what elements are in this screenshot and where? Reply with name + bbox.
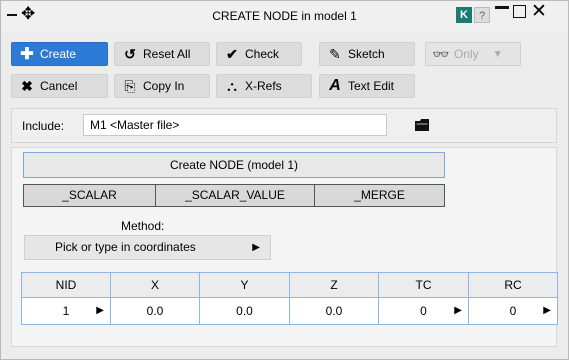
cancel-button[interactable]: ✖ Cancel — [11, 74, 108, 98]
method-label: Method: — [121, 219, 165, 233]
include-panel: Include: M1 <Master file> — [11, 108, 557, 143]
nid-cell[interactable]: 1 ▶ — [21, 297, 111, 325]
play-arrow-icon[interactable]: ▶ — [543, 305, 551, 316]
rc-cell[interactable]: 0 ▶ — [468, 297, 558, 325]
sketch-button[interactable]: ✎ Sketch — [319, 42, 415, 66]
table-row: 1 ▶ 0.0 0.0 0.0 0 ▶ 0 ▶ — [21, 297, 558, 325]
plus-icon: ✚ — [20, 46, 34, 63]
scalar-value-option[interactable]: _SCALAR_VALUE — [155, 184, 315, 207]
include-label: Include: — [22, 119, 65, 133]
copy-icon: ⎘ — [124, 77, 136, 94]
undo-icon: ↺ — [124, 45, 136, 62]
reset-all-button[interactable]: ↺ Reset All — [114, 42, 210, 66]
header-y: Y — [199, 272, 290, 298]
title-bar[interactable]: ✥ CREATE NODE in model 1 K ? ✕ — [1, 1, 568, 31]
keyword-badge[interactable]: K — [456, 7, 472, 23]
scalar-option[interactable]: _SCALAR — [23, 184, 156, 207]
method-select[interactable]: Pick or type in coordinates ▶ — [24, 235, 271, 260]
create-node-window: ✥ CREATE NODE in model 1 K ? ✕ ✚ Create … — [0, 0, 569, 360]
play-arrow-icon[interactable]: ▶ — [96, 305, 104, 316]
text-icon: A — [329, 77, 341, 94]
table-header-row: NID X Y Z TC RC — [21, 272, 558, 298]
folder-icon — [415, 119, 429, 131]
play-arrow-icon: ▶ — [252, 242, 260, 253]
maximize-icon[interactable] — [513, 5, 526, 18]
x-refs-button[interactable]: ⛬ X-Refs — [216, 74, 312, 98]
x-cell[interactable]: 0.0 — [110, 297, 200, 325]
help-button[interactable]: ? — [474, 7, 490, 23]
only-button[interactable]: 👓 Only ▼ — [425, 42, 521, 66]
header-rc: RC — [468, 272, 558, 298]
merge-option[interactable]: _MERGE — [314, 184, 445, 207]
cross-icon: ✖ — [21, 77, 33, 94]
tc-cell[interactable]: 0 ▶ — [378, 297, 469, 325]
header-tc: TC — [378, 272, 469, 298]
header-z: Z — [289, 272, 379, 298]
hierarchy-icon: ⛬ — [227, 77, 237, 94]
play-arrow-icon[interactable]: ▶ — [454, 305, 462, 316]
method-value: Pick or type in coordinates — [55, 240, 196, 254]
folder-button[interactable] — [410, 113, 434, 137]
z-cell[interactable]: 0.0 — [289, 297, 379, 325]
include-field[interactable]: M1 <Master file> — [83, 114, 387, 136]
header-nid: NID — [21, 272, 111, 298]
node-table: NID X Y Z TC RC 1 ▶ 0.0 0.0 0.0 0 ▶ 0 ▶ — [21, 272, 558, 325]
create-button[interactable]: ✚ Create — [11, 42, 108, 66]
minimize-icon[interactable] — [495, 6, 509, 9]
copy-in-button[interactable]: ⎘ Copy In — [114, 74, 210, 98]
check-button[interactable]: ✔ Check — [216, 42, 302, 66]
dropdown-arrow-icon: ▼ — [492, 48, 503, 60]
pencil-icon: ✎ — [329, 45, 341, 62]
y-cell[interactable]: 0.0 — [199, 297, 290, 325]
close-icon[interactable]: ✕ — [531, 2, 547, 22]
check-icon: ✔ — [226, 45, 238, 62]
create-title-bar[interactable]: Create NODE (model 1) — [23, 152, 445, 178]
header-x: X — [110, 272, 200, 298]
text-edit-button[interactable]: A Text Edit — [319, 74, 415, 98]
binoculars-icon: 👓 — [432, 45, 450, 62]
